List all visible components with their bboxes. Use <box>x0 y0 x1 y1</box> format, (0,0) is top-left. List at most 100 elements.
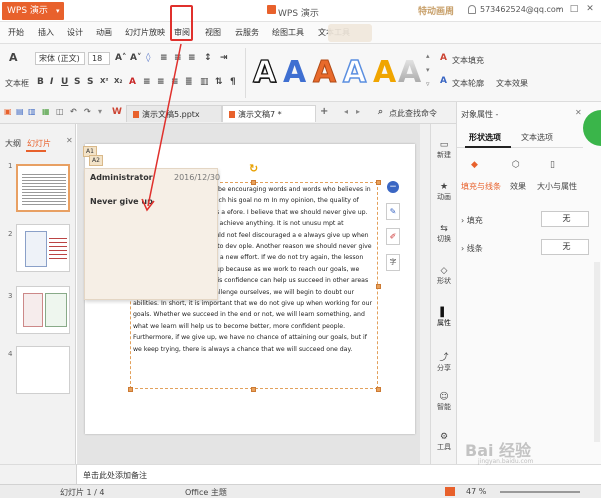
command-search[interactable]: 点此查找命令 <box>389 108 437 119</box>
text-direction-icon[interactable]: ⇅ <box>215 77 223 87</box>
print-icon[interactable]: ▦ <box>42 107 50 116</box>
slide-thumb-1[interactable] <box>16 164 70 212</box>
outline-pen-icon[interactable]: ✐ <box>386 228 400 245</box>
properties-tool[interactable]: ▌ 属性 <box>433 308 455 328</box>
smart-tool[interactable]: ☺ 智能 <box>433 392 455 412</box>
slide-thumb-4[interactable] <box>16 346 70 394</box>
new-tab-icon[interactable]: + <box>320 106 328 117</box>
align-center-icon[interactable]: ≡ <box>174 53 182 63</box>
menu-animation[interactable]: 动画 <box>96 27 112 38</box>
share-tool[interactable]: ⤴ 分享 <box>433 350 455 373</box>
user-icon[interactable] <box>468 5 476 14</box>
zoom-level[interactable]: 47 % <box>466 487 486 496</box>
text-fill-icon[interactable]: A <box>440 53 447 63</box>
tab-text-options[interactable]: 文本选项 <box>521 132 553 143</box>
toolbar-more-icon[interactable]: ▾ <box>98 107 102 116</box>
comment-marker-a2[interactable]: A2 <box>89 155 103 166</box>
columns-icon[interactable]: ▥ <box>200 77 209 87</box>
align-left-icon[interactable]: ≡ <box>160 53 168 63</box>
textbox-icon[interactable]: A <box>9 51 18 64</box>
assistant-tab[interactable] <box>583 110 601 146</box>
tab-scroll-left-icon[interactable]: ◂ <box>344 107 348 116</box>
indent-icon[interactable]: ⇥ <box>220 53 228 63</box>
font-color-icon[interactable]: A <box>129 77 136 87</box>
slide-thumb-2[interactable] <box>16 224 70 272</box>
paragraph-align-left-icon[interactable]: ≡ <box>143 77 151 87</box>
maximize-icon[interactable]: □ <box>568 3 580 15</box>
resize-handle[interactable] <box>376 284 381 289</box>
tab-shape-options[interactable]: 形状选项 <box>469 132 501 143</box>
resize-handle[interactable] <box>128 387 133 392</box>
preview-icon[interactable]: ◫ <box>56 107 64 116</box>
shape-tool[interactable]: ◇ 形状 <box>433 266 455 286</box>
font-name-select[interactable]: 宋体 (正文) <box>35 52 85 65</box>
gallery-up-icon[interactable]: ▴ <box>426 52 430 60</box>
edit-shape-icon[interactable]: ✎ <box>386 203 400 220</box>
art-style-5[interactable]: A <box>373 55 396 90</box>
vertical-scrollbar[interactable] <box>420 124 430 464</box>
art-style-2[interactable]: A <box>283 55 306 90</box>
rotate-handle-icon[interactable]: ↻ <box>249 162 258 175</box>
art-style-6[interactable]: A <box>398 55 421 90</box>
paragraph-align-center-icon[interactable]: ≡ <box>157 77 165 87</box>
shadow-icon[interactable]: S <box>74 77 80 87</box>
redo-icon[interactable]: ↷ <box>84 107 91 116</box>
subtab-effect[interactable]: 效果 <box>510 181 526 192</box>
slide-thumb-3[interactable] <box>16 286 70 334</box>
fill-select[interactable]: 无 <box>541 211 589 227</box>
bold-icon[interactable]: B <box>37 77 44 87</box>
text-style-icon[interactable]: 字 <box>386 254 400 271</box>
paragraph-align-right-icon[interactable]: ≡ <box>171 77 179 87</box>
strikethrough-icon[interactable]: S <box>87 77 93 87</box>
comment-text[interactable]: Never give up <box>90 197 153 206</box>
open-icon[interactable]: ▤ <box>16 107 24 116</box>
collapse-icon[interactable]: − <box>387 181 399 193</box>
line-section-toggle[interactable]: › 线条 <box>461 243 483 254</box>
wps-tab-icon[interactable]: W <box>112 107 122 117</box>
props-scrollbar[interactable] <box>594 262 600 442</box>
props-close-icon[interactable]: ✕ <box>575 108 582 117</box>
text-fill-button[interactable]: 文本填充 <box>452 55 484 66</box>
font-size-select[interactable]: 18 <box>88 52 110 65</box>
zoom-slider[interactable] <box>500 491 580 493</box>
animation-tool[interactable]: ★ 动画 <box>433 182 455 202</box>
tab-outline[interactable]: 大纲 <box>5 138 21 149</box>
subtab-fill-line[interactable]: 填充与线条 <box>461 181 501 192</box>
paragraph-settings-icon[interactable]: ¶ <box>230 77 236 87</box>
art-style-3[interactable]: A <box>312 55 336 91</box>
justify-icon[interactable]: ≣ <box>185 77 193 87</box>
tab-scroll-right-icon[interactable]: ▸ <box>356 107 360 116</box>
menu-cloud[interactable]: 云服务 <box>235 27 259 38</box>
notes-area[interactable]: 单击此处添加备注 <box>77 464 601 484</box>
art-style-1[interactable]: A <box>252 54 276 90</box>
grow-font-icon[interactable]: A˄ <box>115 53 126 63</box>
text-effect-button[interactable]: 文本效果 <box>476 78 528 89</box>
tab-document-7[interactable]: 演示文稿7 * <box>222 105 316 122</box>
menu-view[interactable]: 视图 <box>205 27 221 38</box>
slideshow-icon[interactable] <box>445 487 455 496</box>
menu-home[interactable]: 开始 <box>8 27 24 38</box>
resize-handle[interactable] <box>376 387 381 392</box>
align-right-icon[interactable]: ≡ <box>188 53 196 63</box>
italic-icon[interactable]: I <box>50 77 53 87</box>
clear-format-icon[interactable]: ◊ <box>146 53 150 63</box>
underline-icon[interactable]: U <box>61 77 68 87</box>
panel-close-icon[interactable]: ✕ <box>66 136 73 145</box>
transition-tool[interactable]: ⇆ 切换 <box>433 224 455 244</box>
menu-slideshow[interactable]: 幻灯片放映 <box>125 27 165 38</box>
user-account[interactable]: 573462524@qq.com <box>480 5 564 14</box>
comment-popup[interactable]: Administrator 2016/12/30 Never give up <box>84 168 220 300</box>
search-icon[interactable]: ⌕ <box>378 107 383 117</box>
fill-line-icon[interactable]: ◆ <box>471 160 478 170</box>
minimize-icon[interactable]: – <box>553 3 565 15</box>
tab-document-5[interactable]: 演示文稿5.pptx <box>126 105 222 122</box>
wps-app-menu-button[interactable]: WPS 演示 <box>2 2 64 20</box>
gallery-down-icon[interactable]: ▾ <box>426 66 430 74</box>
menu-drawing-tools[interactable]: 绘图工具 <box>272 27 304 38</box>
resize-handle[interactable] <box>251 387 256 392</box>
menu-insert[interactable]: 插入 <box>38 27 54 38</box>
subscript-icon[interactable]: X₂ <box>114 77 122 85</box>
new-tool[interactable]: ▭ 新建 <box>433 140 455 160</box>
tab-slides[interactable]: 幻灯片 <box>27 138 51 149</box>
superscript-icon[interactable]: X² <box>100 77 108 85</box>
